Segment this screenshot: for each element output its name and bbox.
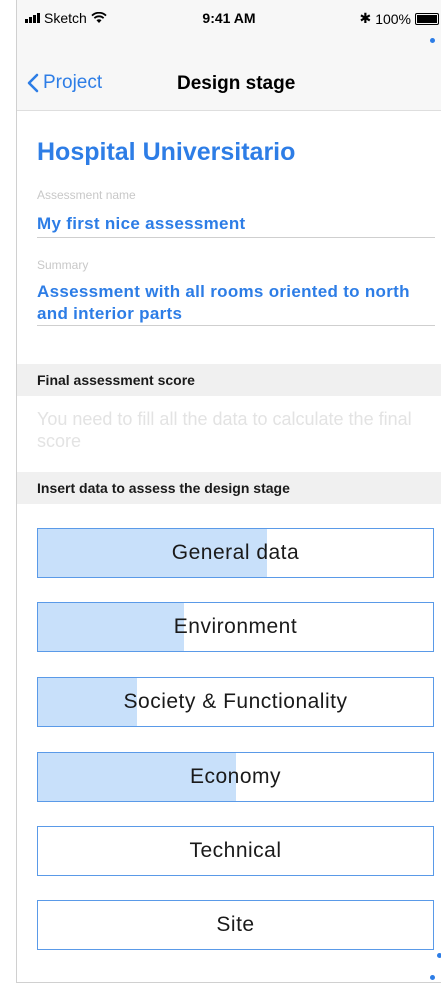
assessment-name-field[interactable]: My first nice assessment — [37, 213, 245, 235]
battery-percent: 100% — [375, 10, 411, 27]
scroll-indicator-dot — [437, 953, 441, 958]
chevron-left-icon — [27, 73, 39, 93]
summary-label: Summary — [37, 258, 89, 272]
assessment-name-label: Assessment name — [37, 188, 136, 202]
final-score-placeholder: You need to fill all the data to calcula… — [37, 409, 412, 451]
bluetooth-icon: ✱ — [359, 10, 372, 26]
insert-data-header: Insert data to assess the design stage — [17, 472, 441, 504]
stage-button-environment[interactable]: Environment — [37, 602, 434, 652]
battery-icon — [415, 12, 439, 25]
page-title: Design stage — [177, 73, 296, 94]
status-bar: Sketch 9:41 AM ✱ 100% — [17, 0, 441, 42]
back-button[interactable]: Project — [27, 72, 102, 94]
assessment-name-underline — [37, 237, 435, 238]
stage-button-economy[interactable]: Economy — [37, 752, 434, 802]
summary-underline — [37, 325, 435, 326]
summary-field[interactable]: Assessment with all rooms oriented to no… — [37, 281, 432, 325]
final-score-header: Final assessment score — [17, 364, 441, 396]
stage-label: Technical — [189, 839, 282, 862]
project-name: Hospital Universitario — [37, 138, 296, 166]
stage-button-general-data[interactable]: General data — [37, 528, 434, 578]
stage-button-society-functionality[interactable]: Society & Functionality — [37, 677, 434, 727]
stage-label: Site — [216, 913, 255, 936]
back-label: Project — [43, 72, 103, 93]
scroll-indicator-dot — [430, 38, 435, 43]
status-right: ✱ 100% — [359, 10, 439, 27]
stage-label: Society & Functionality — [123, 690, 348, 713]
stage-button-site[interactable]: Site — [37, 900, 434, 950]
stage-label: Economy — [189, 765, 282, 788]
phone-screen: Sketch 9:41 AM ✱ 100% Project Design sta… — [0, 0, 441, 983]
stage-label: General data — [171, 541, 300, 564]
navigation-bar: Project Design stage — [17, 42, 441, 111]
stage-label: Environment — [173, 615, 298, 638]
stage-button-technical[interactable]: Technical — [37, 826, 434, 876]
scroll-indicator-dot — [430, 975, 435, 980]
